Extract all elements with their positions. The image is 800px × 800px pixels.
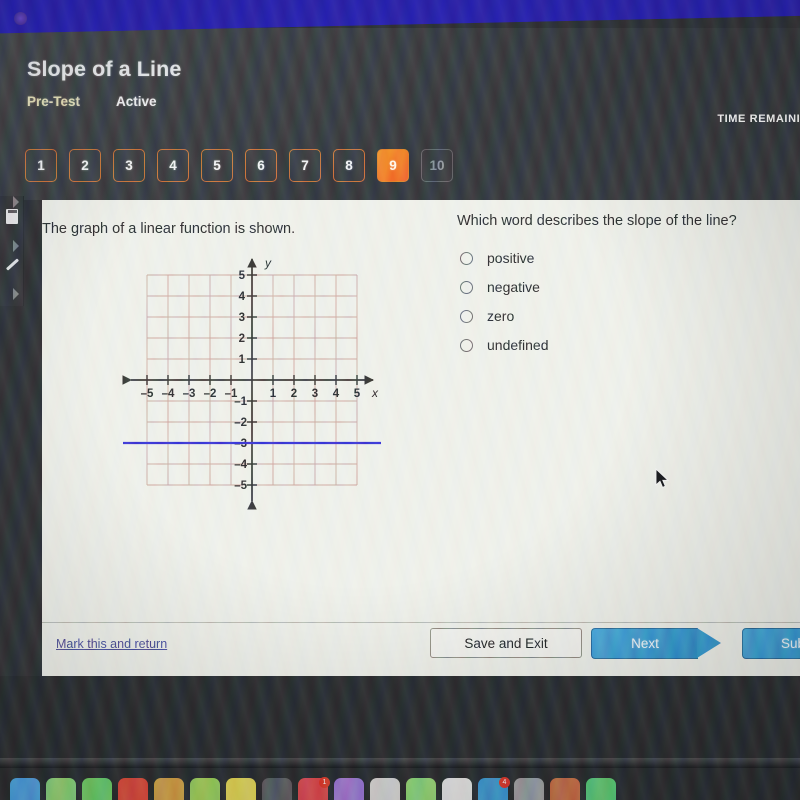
svg-text:1: 1 — [270, 388, 277, 400]
question-prompt: The graph of a linear function is shown. — [42, 221, 462, 237]
question-nav-item-9[interactable]: 9 — [377, 149, 409, 182]
screen-photo: Slope of a Line Pre-Test Active TIME REM… — [0, 0, 800, 800]
dock-icon-launchpad[interactable] — [46, 778, 76, 800]
tool-sidebar[interactable] — [0, 196, 24, 306]
dock-icon-messages[interactable]: 1 — [298, 777, 330, 800]
dock-icon-music[interactable] — [442, 778, 472, 800]
question-nav-item-10: 10 — [421, 149, 453, 182]
svg-text:4: 4 — [239, 291, 246, 303]
dock-icon-calendar[interactable] — [190, 778, 220, 800]
svg-text:5: 5 — [239, 270, 246, 282]
svg-text:–2: –2 — [204, 388, 217, 400]
dock-icon-spotify[interactable] — [586, 778, 616, 800]
graph-x-tick-labels: –5 –4 –3 –2 –1 1 2 3 4 5 — [141, 388, 361, 400]
svg-text:–3: –3 — [183, 388, 196, 400]
question-prompt-text: The graph of a linear function is shown. — [42, 221, 296, 237]
assessment-type-label: Pre-Test — [27, 94, 81, 109]
question-nav-item-1[interactable]: 1 — [25, 149, 57, 182]
answer-option-zero[interactable]: zero — [460, 308, 549, 324]
svg-text:2: 2 — [291, 388, 297, 400]
answer-options[interactable]: positive negative zero undefined — [460, 250, 549, 353]
dock-badge: 1 — [319, 777, 330, 788]
scroll-arrow-icon[interactable] — [13, 288, 19, 300]
next-button[interactable]: Next — [591, 628, 721, 659]
svg-text:–4: –4 — [234, 459, 247, 471]
svg-text:–4: –4 — [162, 388, 175, 400]
graph-svg: –5 –4 –3 –2 –1 1 2 3 4 5 5 4 3 2 1 –1 –2… — [122, 256, 381, 510]
question-text: Which word describes the slope of the li… — [457, 213, 800, 229]
svg-text:1: 1 — [239, 354, 246, 366]
answer-option-label: positive — [487, 250, 535, 266]
question-text-content: Which word describes the slope of the li… — [457, 213, 737, 229]
graph-y-tick-labels: 5 4 3 2 1 –1 –2 –3 –4 –5 — [234, 270, 247, 492]
svg-text:2: 2 — [239, 333, 245, 345]
dock-icon-mail[interactable] — [118, 778, 148, 800]
question-nav-item-8[interactable]: 8 — [333, 149, 365, 182]
status-badge: Active — [116, 94, 157, 109]
question-nav-item-6[interactable]: 6 — [245, 149, 277, 182]
dock-icon-safari[interactable] — [82, 778, 112, 800]
svg-text:4: 4 — [333, 388, 340, 400]
svg-text:–1: –1 — [234, 396, 247, 408]
submit-button[interactable]: Submit — [742, 628, 800, 659]
svg-text:–5: –5 — [234, 480, 247, 492]
question-nav-item-2[interactable]: 2 — [69, 149, 101, 182]
answer-option-positive[interactable]: positive — [460, 250, 549, 266]
coordinate-graph: –5 –4 –3 –2 –1 1 2 3 4 5 5 4 3 2 1 –1 –2… — [117, 245, 387, 515]
mark-this-and-return-link[interactable]: Mark this and return — [56, 637, 167, 651]
dock-icon-settings[interactable] — [514, 778, 544, 800]
assessment-meta: Pre-Test Active — [27, 94, 157, 109]
macos-dock[interactable]: 1 4 — [0, 777, 800, 800]
dock-icon-photos[interactable] — [370, 778, 400, 800]
calculator-icon — [6, 208, 18, 224]
laptop-screen-bezel — [0, 758, 800, 768]
footer-divider — [42, 622, 800, 623]
answer-option-label: zero — [487, 308, 515, 324]
dock-icon-appstore[interactable]: 4 — [478, 777, 510, 800]
radio-button-icon[interactable] — [460, 309, 473, 323]
expand-arrow-icon[interactable] — [13, 240, 19, 252]
dock-icon-notes[interactable] — [226, 778, 256, 800]
pencil-tool[interactable] — [2, 254, 22, 274]
radio-button-icon[interactable] — [460, 338, 473, 352]
svg-text:3: 3 — [312, 388, 318, 400]
svg-text:5: 5 — [354, 388, 361, 400]
answer-option-label: negative — [487, 279, 540, 295]
dock-icon-maps[interactable] — [334, 778, 364, 800]
notification-dot-icon — [14, 12, 27, 25]
svg-text:3: 3 — [239, 312, 245, 324]
question-nav[interactable]: 1 2 3 4 5 6 7 8 9 10 — [25, 149, 453, 182]
question-card: The graph of a linear function is shown. — [42, 200, 800, 676]
graph-x-axis-label: x — [371, 386, 379, 400]
svg-text:–5: –5 — [141, 388, 154, 400]
radio-button-icon[interactable] — [460, 251, 473, 265]
save-and-exit-button[interactable]: Save and Exit — [430, 628, 582, 658]
page-title: Slope of a Line — [27, 57, 182, 81]
next-arrow-icon — [697, 628, 721, 658]
svg-text:–2: –2 — [234, 417, 247, 429]
answer-option-negative[interactable]: negative — [460, 279, 549, 295]
pencil-icon — [5, 257, 19, 271]
time-remaining-label: TIME REMAINING — [717, 113, 800, 125]
dock-icon-trash[interactable] — [550, 778, 580, 800]
answer-option-undefined[interactable]: undefined — [460, 337, 549, 353]
graph-y-axis-label: y — [264, 256, 272, 270]
question-nav-item-7[interactable]: 7 — [289, 149, 321, 182]
question-nav-item-4[interactable]: 4 — [157, 149, 189, 182]
dock-badge: 4 — [499, 777, 510, 788]
calculator-tool[interactable] — [2, 206, 22, 226]
dock-icon-facetime[interactable] — [406, 778, 436, 800]
dock-icon-finder[interactable] — [10, 778, 40, 800]
answer-option-label: undefined — [487, 337, 549, 353]
question-nav-item-3[interactable]: 3 — [113, 149, 145, 182]
dock-icon-reminders[interactable] — [262, 778, 292, 800]
question-nav-item-5[interactable]: 5 — [201, 149, 233, 182]
radio-button-icon[interactable] — [460, 280, 473, 294]
dock-icon-contacts[interactable] — [154, 778, 184, 800]
next-button-label: Next — [591, 628, 698, 659]
